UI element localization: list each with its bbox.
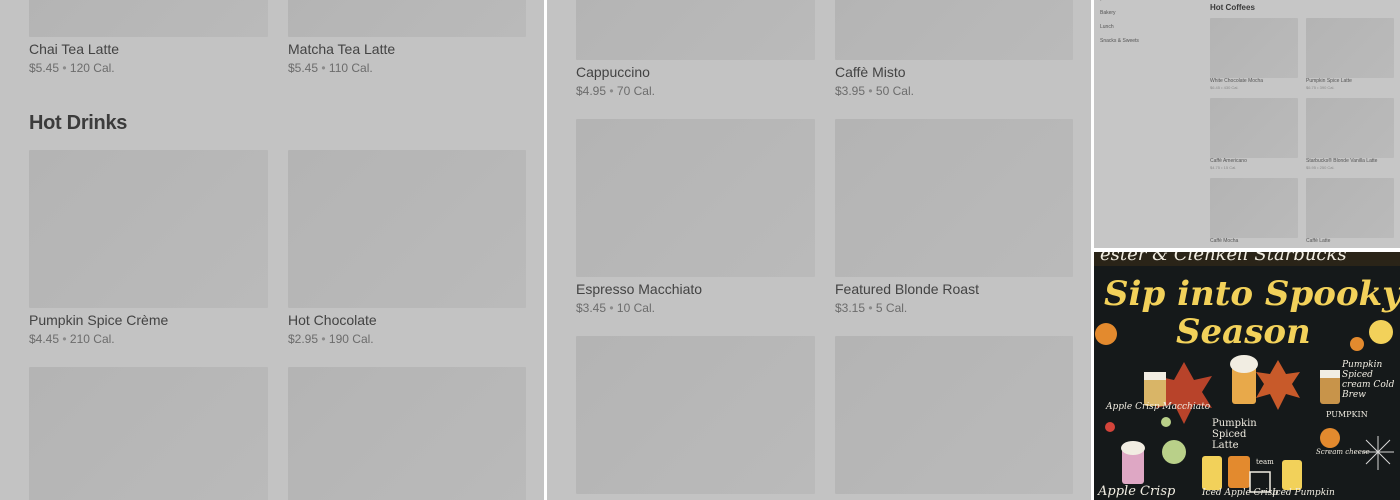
chalkboard-headline: Sip into Spooky <box>1104 274 1400 314</box>
menu-item-name[interactable]: Caffè Mocha <box>1210 238 1238 244</box>
menu-item-image[interactable] <box>1210 178 1298 238</box>
menu-item-name[interactable]: Pumpkin Spice Latte <box>1306 78 1352 84</box>
section-title: Hot Coffees <box>1210 3 1255 12</box>
menu-item-name[interactable]: Chai Tea Latte <box>29 41 119 57</box>
chalkboard-photo: ester & Clenkell Starbucks Sip into Spoo… <box>1094 252 1400 500</box>
cappuccino-image[interactable] <box>576 0 815 60</box>
nav-item-snacks-sweets[interactable]: Snacks & Sweets <box>1100 38 1139 44</box>
featured-blonde-roast-image[interactable] <box>835 119 1073 277</box>
menu-item-name[interactable]: Caffè Misto <box>835 64 906 80</box>
menu-panel-coffees[interactable]: Cappuccino $4.95 • 70 Cal. Caffè Misto $… <box>547 0 1091 500</box>
menu-item-meta: $5.95 • 250 Cal. <box>1306 165 1335 170</box>
caffe-misto-image[interactable] <box>835 0 1073 60</box>
chalk-label: Iced Apple Crisp <box>1202 488 1279 498</box>
menu-item-name[interactable]: Starbucks® Blonde Vanilla Latte <box>1306 158 1377 164</box>
menu-item-meta: $4.75 • 15 Cal. <box>1210 165 1237 170</box>
chalk-label: Scream cheese <box>1316 448 1370 456</box>
menu-item-name[interactable]: Caffè Latte <box>1306 238 1330 244</box>
screenshot-collage: Chai Tea Latte $5.45 • 120 Cal. Matcha T… <box>0 0 1400 500</box>
nav-item-bakery[interactable]: Bakery <box>1100 10 1116 16</box>
menu-panel-tea-hot-drinks[interactable]: Chai Tea Latte $5.45 • 120 Cal. Matcha T… <box>0 0 544 500</box>
menu-item-meta: $3.15 • 5 Cal. <box>835 301 908 315</box>
menu-item-meta: $3.95 • 50 Cal. <box>835 84 914 98</box>
menu-item-image[interactable] <box>288 367 526 500</box>
menu-item-image[interactable] <box>1306 178 1394 238</box>
nav-item[interactable]: · <box>1100 0 1102 4</box>
menu-item-meta: $5.45 • 110 Cal. <box>288 61 373 75</box>
menu-item-meta: $6.75 • 390 Cal. <box>1306 85 1335 90</box>
menu-panel-hot-coffees-thumbnail[interactable]: · Bakery Lunch Snacks & Sweets Hot Coffe… <box>1094 0 1400 248</box>
matcha-tea-latte-image[interactable] <box>288 0 526 37</box>
menu-item-image[interactable] <box>1210 98 1298 158</box>
nav-item-lunch[interactable]: Lunch <box>1100 24 1114 30</box>
chalk-label: Pumpkin Spiced Latte <box>1212 418 1257 451</box>
menu-item-name[interactable]: Matcha Tea Latte <box>288 41 395 57</box>
chalk-label: Apple Crisp Macchiato <box>1106 402 1211 412</box>
menu-item-meta: $2.95 • 190 Cal. <box>288 332 374 346</box>
section-title: Hot Drinks <box>29 112 128 134</box>
menu-item-name[interactable]: Pumpkin Spice Crème <box>29 312 168 328</box>
chalk-label: Pumpkin Spiced cream Cold Brew <box>1342 360 1395 400</box>
espresso-macchiato-image[interactable] <box>576 119 815 277</box>
menu-item-name[interactable]: Featured Blonde Roast <box>835 281 979 297</box>
hot-chocolate-image[interactable] <box>288 150 526 308</box>
menu-item-meta: $5.45 • 120 Cal. <box>29 61 115 75</box>
menu-item-meta: $6.45 • 430 Cal. <box>1210 85 1239 90</box>
menu-item-name[interactable]: White Chocolate Mocha <box>1210 78 1263 84</box>
chalk-label: Apple Crisp <box>1098 484 1176 499</box>
menu-item-image[interactable] <box>1306 98 1394 158</box>
menu-item-name[interactable]: Espresso Macchiato <box>576 281 702 297</box>
chalk-label: Iced Pumpkin <box>1272 488 1335 498</box>
chalkboard-headline: Season <box>1176 312 1311 352</box>
menu-item-meta: $4.95 • 70 Cal. <box>576 84 655 98</box>
chalkboard-header: ester & Clenkell Starbucks <box>1100 252 1347 265</box>
pumpkin-spice-creme-image[interactable] <box>29 150 268 308</box>
menu-item-image[interactable] <box>576 336 815 494</box>
menu-item-image[interactable] <box>1210 18 1298 78</box>
menu-item-image[interactable] <box>29 367 268 500</box>
menu-item-name[interactable]: Hot Chocolate <box>288 312 377 328</box>
chai-tea-latte-image[interactable] <box>29 0 268 37</box>
menu-item-name[interactable]: Cappuccino <box>576 64 650 80</box>
menu-item-image[interactable] <box>1306 18 1394 78</box>
menu-item-meta: $4.45 • 210 Cal. <box>29 332 115 346</box>
chalk-label: team <box>1256 458 1274 466</box>
menu-item-meta: $3.45 • 10 Cal. <box>576 301 655 315</box>
menu-item-name[interactable]: Caffè Americano <box>1210 158 1247 164</box>
menu-item-image[interactable] <box>835 336 1073 494</box>
chalk-label: PUMPKIN <box>1326 410 1368 419</box>
